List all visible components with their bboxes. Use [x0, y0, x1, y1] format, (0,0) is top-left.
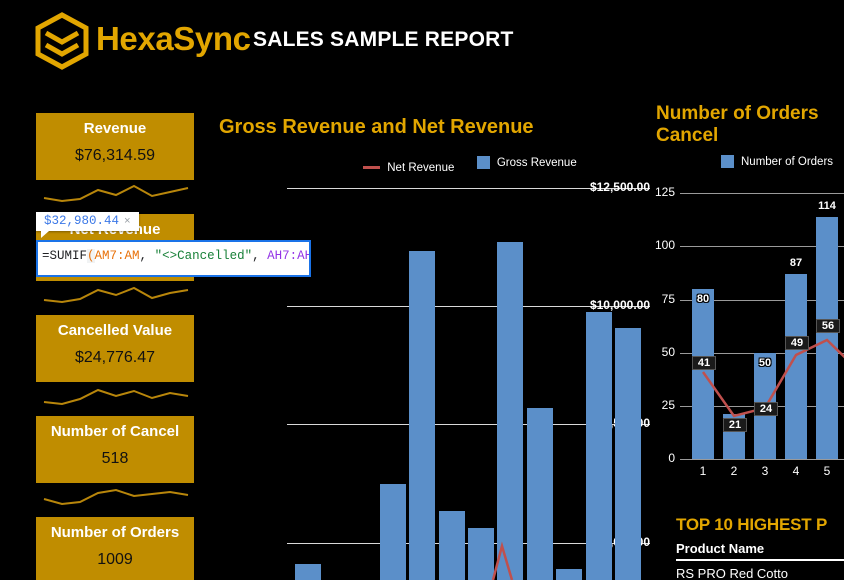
kpi-card-number-of-cancel[interactable]: Number of Cancel 518	[36, 416, 194, 508]
formula-token-range-2: AH7:AH	[267, 249, 311, 263]
kpi-card-cancelled-value[interactable]: Cancelled Value $24,776.47	[36, 315, 194, 407]
sparkline	[43, 286, 189, 304]
sparkline	[43, 388, 189, 406]
legend-label: Number of Orders	[741, 155, 834, 168]
table-row: RS PRO Red Cotto	[676, 566, 788, 580]
chart-legend: Number of Orders	[712, 155, 842, 173]
formula-input[interactable]: =SUMIF(AM7:AM, "<>Cancelled", AH7:AH)	[36, 240, 311, 277]
kpi-label: Number of Orders	[50, 524, 180, 541]
top-products-table[interactable]: TOP 10 HIGHEST P Product Name RS PRO Red…	[676, 515, 844, 580]
x-axis-tick-label: 4	[792, 464, 800, 478]
bar-swatch-icon	[476, 156, 490, 169]
kpi-card-number-of-orders[interactable]: Number of Orders 1009	[36, 517, 194, 580]
formula-result-tooltip[interactable]: $32,980.44 ×	[36, 212, 139, 238]
page-header: HexaSync SALES SAMPLE REPORT	[0, 0, 844, 82]
bar-swatch-icon	[721, 155, 734, 168]
kpi-label: Revenue	[83, 120, 147, 137]
formula-token-open-paren: (	[87, 249, 95, 263]
line-number-of-cancel	[701, 338, 844, 418]
data-label-line: 24	[754, 402, 778, 416]
legend-label: Net Revenue	[387, 161, 455, 174]
formula-token-function: =SUMIF	[42, 249, 88, 263]
chart-title: Gross Revenue and Net Revenue	[219, 116, 534, 138]
line-net-revenue	[491, 541, 514, 580]
formula-token-criteria: "<>Cancelled"	[154, 249, 253, 263]
x-axis-tick-label: 5	[823, 464, 831, 478]
chart-title-line-1: Number of Orders	[656, 103, 819, 124]
report-dashboard: HexaSync SALES SAMPLE REPORT Revenue $76…	[0, 0, 844, 580]
x-axis-tick-label: 1	[699, 464, 707, 478]
kpi-value: 518	[101, 450, 129, 467]
kpi-value: $24,776.47	[74, 349, 156, 366]
line-swatch-icon	[363, 166, 381, 169]
formula-token-range-1: AM7:AM	[94, 249, 140, 263]
page-title: SALES SAMPLE REPORT	[253, 28, 514, 51]
kpi-label: Cancelled Value	[57, 322, 173, 339]
x-axis-tick-label: 2	[730, 464, 738, 478]
chart-plot-area: 125 100 75 50 25 0 80 21 50 8	[650, 179, 844, 479]
data-label-line: 21	[723, 418, 747, 432]
legend-item-gross-revenue[interactable]: Gross Revenue	[476, 156, 577, 169]
chart-plot-area: $12,500.00 $10,000.00 $7,500.00 $5,000.0…	[205, 178, 650, 580]
data-label-line: 56	[816, 319, 840, 333]
data-label-line: 41	[692, 356, 716, 370]
x-axis-tick-label: 3	[761, 464, 769, 478]
kpi-card-column: Revenue $76,314.59 Net Revenue Cancelled…	[36, 113, 194, 580]
kpi-label: Number of Cancel	[50, 423, 180, 440]
chart-gross-net-revenue[interactable]: Gross Revenue and Net Revenue Net Revenu…	[205, 110, 650, 580]
chart-legend: Net Revenue Gross Revenue	[305, 156, 635, 174]
close-icon[interactable]: ×	[124, 216, 131, 228]
formula-result-value: $32,980.44	[44, 214, 120, 228]
brand-name: HexaSync	[96, 20, 251, 57]
kpi-card-revenue[interactable]: Revenue $76,314.59	[36, 113, 194, 205]
data-label-bar: 114	[818, 200, 836, 212]
kpi-value: $76,314.59	[74, 147, 156, 164]
table-title: TOP 10 HIGHEST P	[676, 515, 828, 534]
sparkline	[43, 488, 189, 506]
data-label-bar: 50	[758, 357, 772, 369]
data-label-bar: 80	[696, 293, 710, 305]
sparkline	[43, 184, 189, 203]
legend-item-number-of-orders[interactable]: Number of Orders	[721, 155, 833, 168]
chart-title-line-2: Cancel	[656, 125, 719, 146]
formula-token-comma-1: ,	[139, 249, 155, 263]
kpi-value: 1009	[97, 551, 133, 568]
data-label-bar: 87	[789, 257, 803, 269]
table-column-header: Product Name	[676, 541, 844, 561]
formula-token-comma-2: ,	[252, 249, 268, 263]
chart-orders-vs-cancel[interactable]: Number of Orders Cancel Number of Orders…	[650, 103, 844, 493]
legend-label: Gross Revenue	[496, 156, 577, 169]
data-label-line: 49	[785, 336, 809, 350]
legend-item-net-revenue[interactable]: Net Revenue	[363, 162, 454, 174]
hexagon-layers-logo-icon	[34, 12, 90, 70]
chart-title: Number of Orders Cancel	[656, 103, 844, 147]
